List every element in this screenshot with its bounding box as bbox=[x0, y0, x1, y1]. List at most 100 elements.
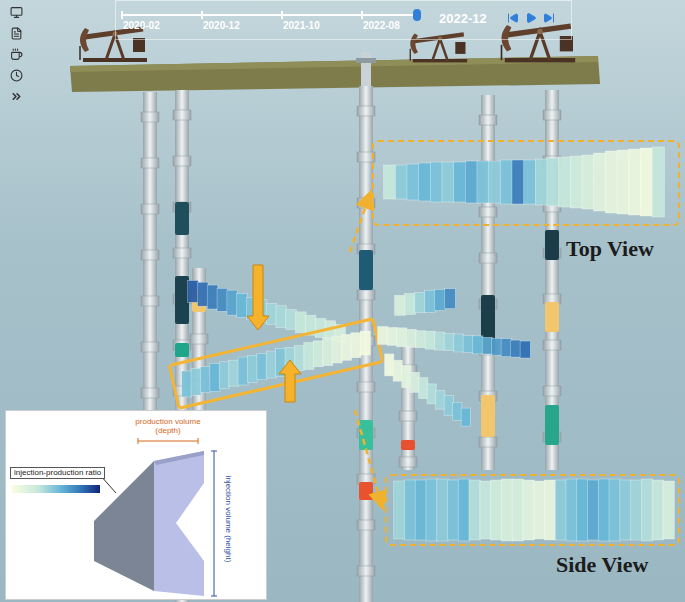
glyph-bar bbox=[276, 306, 287, 328]
glyph-bar bbox=[341, 334, 351, 360]
glyph-bar bbox=[227, 290, 238, 315]
glyph-bar bbox=[577, 479, 589, 541]
glyph-bar bbox=[609, 479, 621, 541]
glyph-bar bbox=[425, 290, 436, 312]
tick-label: 2020-12 bbox=[203, 21, 240, 31]
glyph-bar bbox=[332, 336, 342, 363]
glyph-bar bbox=[555, 480, 567, 540]
pipe-collar bbox=[357, 290, 375, 300]
glyph-bar bbox=[492, 338, 502, 355]
skip-forward-icon[interactable] bbox=[543, 12, 555, 24]
well-segment[interactable] bbox=[545, 405, 559, 445]
top-view-label: Top View bbox=[566, 235, 654, 263]
timeline-track[interactable]: 2020-022020-122021-102022-08 bbox=[121, 9, 421, 37]
glyph-bar bbox=[430, 162, 442, 202]
pipe-collar bbox=[173, 156, 191, 166]
glyph-bar bbox=[501, 339, 511, 357]
pipe-collar bbox=[399, 411, 417, 421]
pumpjack-icon bbox=[80, 28, 147, 62]
glyph-bar bbox=[405, 294, 416, 315]
glyph-bar bbox=[641, 479, 653, 541]
glyph-ribbon[interactable] bbox=[378, 326, 531, 358]
glyph-bar bbox=[570, 156, 582, 208]
production-label: production volume(depth) bbox=[132, 417, 204, 435]
glyph-ribbon[interactable] bbox=[169, 319, 382, 408]
glyph-ribbon[interactable] bbox=[188, 280, 346, 342]
glyph-bar bbox=[477, 161, 489, 203]
glyph-bar bbox=[415, 480, 427, 540]
glyph-bar bbox=[210, 363, 220, 391]
teapot-icon[interactable] bbox=[10, 48, 23, 61]
well[interactable] bbox=[141, 92, 159, 430]
glyph-bar bbox=[473, 336, 483, 354]
chevrons-right-icon[interactable] bbox=[10, 90, 23, 103]
glyph-bar bbox=[257, 354, 267, 380]
well-segment[interactable] bbox=[401, 440, 415, 450]
highlight-frame bbox=[169, 319, 382, 408]
glyph-bar bbox=[395, 295, 406, 315]
well-segment[interactable] bbox=[175, 343, 189, 357]
well-segment[interactable] bbox=[175, 202, 189, 235]
glyph-bar bbox=[442, 162, 454, 202]
glyph-bar bbox=[384, 165, 396, 199]
glyph-bar bbox=[313, 341, 323, 367]
pipe-collar bbox=[141, 250, 159, 260]
glyph-bar bbox=[426, 479, 438, 541]
well-segment[interactable] bbox=[545, 302, 559, 332]
side-view-label: Side View bbox=[556, 551, 648, 579]
glyph-ribbon[interactable] bbox=[394, 479, 675, 541]
glyph-bar bbox=[397, 328, 407, 347]
well-segment[interactable] bbox=[545, 230, 559, 260]
pipe-collar bbox=[479, 115, 497, 125]
glyph-bar bbox=[406, 329, 416, 347]
pipe-collar bbox=[190, 334, 208, 344]
glyph-bar bbox=[465, 161, 477, 203]
app: Top View Side View 2020-022020-122021-1020… bbox=[0, 0, 685, 602]
glyph-bar bbox=[360, 331, 370, 355]
pumpjack-icon bbox=[502, 25, 576, 62]
tick-mark bbox=[281, 11, 283, 19]
glyph-bar bbox=[237, 293, 248, 317]
glyph-bar bbox=[217, 288, 228, 311]
arrow-icon bbox=[247, 265, 269, 330]
toolbar bbox=[10, 6, 23, 103]
well-segment[interactable] bbox=[359, 250, 373, 290]
pipe-collar bbox=[141, 112, 159, 122]
glyph-bar bbox=[454, 162, 466, 202]
dashed-arrow bbox=[355, 410, 382, 506]
well-segment[interactable] bbox=[359, 482, 373, 500]
glyph-bar bbox=[435, 290, 446, 311]
clock-icon[interactable] bbox=[10, 69, 23, 82]
glyph-bar bbox=[444, 396, 453, 416]
glyph-bar bbox=[444, 334, 454, 351]
current-date: 2022-12 bbox=[439, 12, 487, 25]
glyph-ribbon[interactable] bbox=[395, 289, 456, 316]
document-icon[interactable] bbox=[10, 27, 23, 40]
glyph-bar bbox=[469, 480, 481, 540]
well[interactable] bbox=[543, 90, 561, 470]
ratio-label: injection-production ratio bbox=[10, 467, 105, 479]
skip-back-icon[interactable] bbox=[507, 12, 519, 24]
glyph-bar bbox=[461, 408, 470, 426]
monitor-icon[interactable] bbox=[10, 6, 23, 19]
well[interactable] bbox=[479, 95, 497, 470]
tick-label: 2022-08 bbox=[363, 21, 400, 31]
well-segment[interactable] bbox=[481, 395, 495, 437]
glyph-bar bbox=[617, 150, 629, 214]
dashed-arrow bbox=[350, 194, 370, 252]
glyph-ribbon[interactable] bbox=[384, 147, 665, 217]
pipe-collar bbox=[543, 386, 561, 396]
glyph-bar bbox=[547, 158, 559, 206]
glyph-bar bbox=[640, 148, 652, 216]
tick-mark bbox=[361, 11, 363, 19]
glyph-ribbon[interactable] bbox=[385, 354, 471, 426]
timeline-knob[interactable] bbox=[413, 9, 421, 21]
glyph-bar bbox=[395, 165, 407, 199]
play-icon[interactable] bbox=[525, 12, 537, 24]
glyph-bar bbox=[247, 355, 257, 382]
playback-controls bbox=[507, 12, 555, 24]
injection-label: injection volume (height) bbox=[224, 459, 232, 579]
glyph-bar bbox=[266, 351, 276, 378]
well-segment[interactable] bbox=[175, 276, 189, 324]
glyph-bar bbox=[416, 331, 426, 348]
